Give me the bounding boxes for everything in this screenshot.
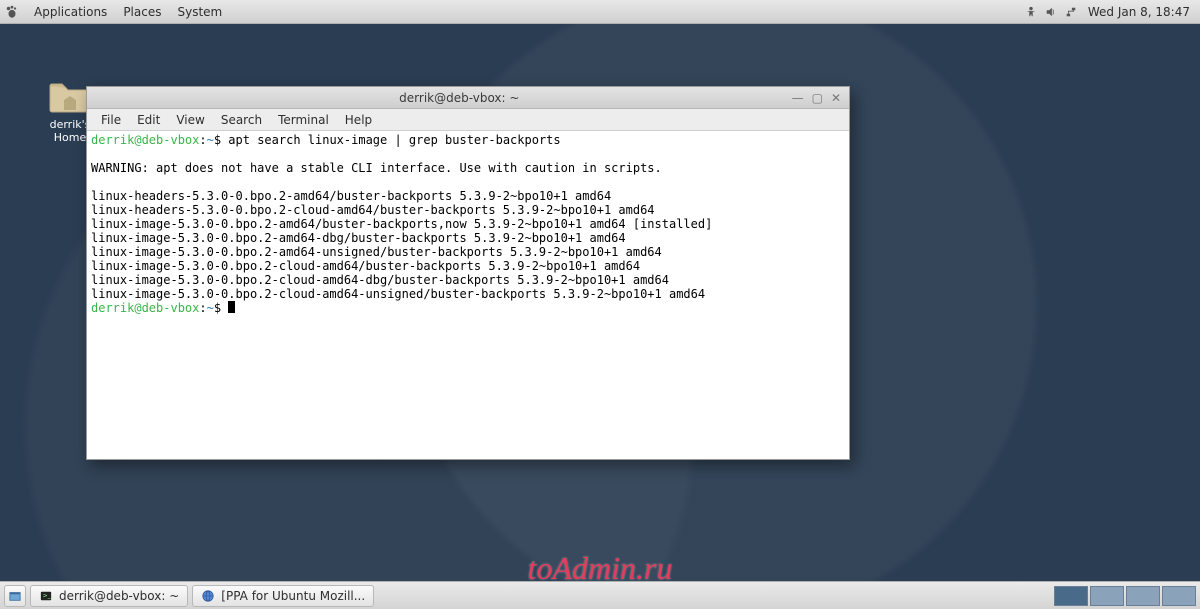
terminal-output-line: linux-image-5.3.0-0.bpo.2-cloud-amd64-db…	[91, 273, 669, 287]
gnome-foot-icon	[4, 4, 20, 20]
terminal-output-line: linux-headers-5.3.0-0.bpo.2-cloud-amd64/…	[91, 203, 655, 217]
accessibility-icon[interactable]	[1024, 5, 1038, 19]
network-icon[interactable]	[1064, 5, 1078, 19]
maximize-button[interactable]: ▢	[812, 91, 823, 105]
window-title: derrik@deb-vbox: ~	[135, 91, 784, 105]
workspace-4[interactable]	[1162, 586, 1196, 606]
volume-icon[interactable]	[1044, 5, 1058, 19]
prompt-user: derrik@deb-vbox	[91, 133, 199, 147]
terminal-output-line: linux-headers-5.3.0-0.bpo.2-amd64/buster…	[91, 189, 611, 203]
terminal-menubar: File Edit View Search Terminal Help	[87, 109, 849, 131]
terminal-icon: >_	[39, 589, 53, 603]
prompt-sep: :	[199, 133, 206, 147]
terminal-output-line: linux-image-5.3.0-0.bpo.2-amd64/buster-b…	[91, 217, 712, 231]
menu-system[interactable]: System	[169, 5, 230, 19]
prompt-dollar: $	[214, 133, 228, 147]
minimize-button[interactable]: —	[792, 91, 804, 105]
bottom-panel: >_ derrik@deb-vbox: ~ [PPA for Ubuntu Mo…	[0, 581, 1200, 609]
system-tray: Wed Jan 8, 18:47	[1024, 5, 1196, 19]
menu-terminal[interactable]: Terminal	[270, 113, 337, 127]
terminal-cursor	[228, 301, 235, 313]
workspace-3[interactable]	[1126, 586, 1160, 606]
terminal-window: derrik@deb-vbox: ~ — ▢ ✕ File Edit View …	[86, 86, 850, 460]
taskbar-item-label: derrik@deb-vbox: ~	[59, 589, 179, 603]
prompt-user: derrik@deb-vbox	[91, 301, 199, 315]
window-titlebar[interactable]: derrik@deb-vbox: ~ — ▢ ✕	[87, 87, 849, 109]
terminal-output-line: linux-image-5.3.0-0.bpo.2-cloud-amd64/bu…	[91, 259, 640, 273]
workspace-1[interactable]	[1054, 586, 1088, 606]
terminal-output-line: linux-image-5.3.0-0.bpo.2-cloud-amd64-un…	[91, 287, 705, 301]
workspace-pager	[1054, 586, 1200, 606]
taskbar-item-browser[interactable]: [PPA for Ubuntu Mozill...	[192, 585, 374, 607]
prompt-sep: :	[199, 301, 206, 315]
menu-applications[interactable]: Applications	[26, 5, 115, 19]
globe-icon	[201, 589, 215, 603]
menu-file[interactable]: File	[93, 113, 129, 127]
menu-help[interactable]: Help	[337, 113, 380, 127]
svg-text:>_: >_	[43, 592, 52, 599]
top-panel: Applications Places System Wed Jan 8, 18…	[0, 0, 1200, 24]
menu-edit[interactable]: Edit	[129, 113, 168, 127]
menu-view[interactable]: View	[168, 113, 212, 127]
show-desktop-button[interactable]	[4, 585, 26, 607]
prompt-path: ~	[207, 301, 214, 315]
taskbar-item-label: [PPA for Ubuntu Mozill...	[221, 589, 365, 603]
terminal-output-line: linux-image-5.3.0-0.bpo.2-amd64-dbg/bust…	[91, 231, 626, 245]
close-button[interactable]: ✕	[831, 91, 841, 105]
prompt-path: ~	[207, 133, 214, 147]
taskbar-item-terminal[interactable]: >_ derrik@deb-vbox: ~	[30, 585, 188, 607]
terminal-command: apt search linux-image | grep buster-bac…	[228, 133, 560, 147]
workspace-2[interactable]	[1090, 586, 1124, 606]
menu-places[interactable]: Places	[115, 5, 169, 19]
window-controls: — ▢ ✕	[784, 91, 849, 105]
terminal-output-line: linux-image-5.3.0-0.bpo.2-amd64-unsigned…	[91, 245, 662, 259]
menu-search[interactable]: Search	[213, 113, 270, 127]
prompt-dollar: $	[214, 301, 228, 315]
terminal-warning: WARNING: apt does not have a stable CLI …	[91, 161, 662, 175]
show-desktop-icon	[8, 589, 22, 603]
clock[interactable]: Wed Jan 8, 18:47	[1088, 5, 1190, 19]
terminal-body[interactable]: derrik@deb-vbox:~$ apt search linux-imag…	[87, 131, 849, 459]
